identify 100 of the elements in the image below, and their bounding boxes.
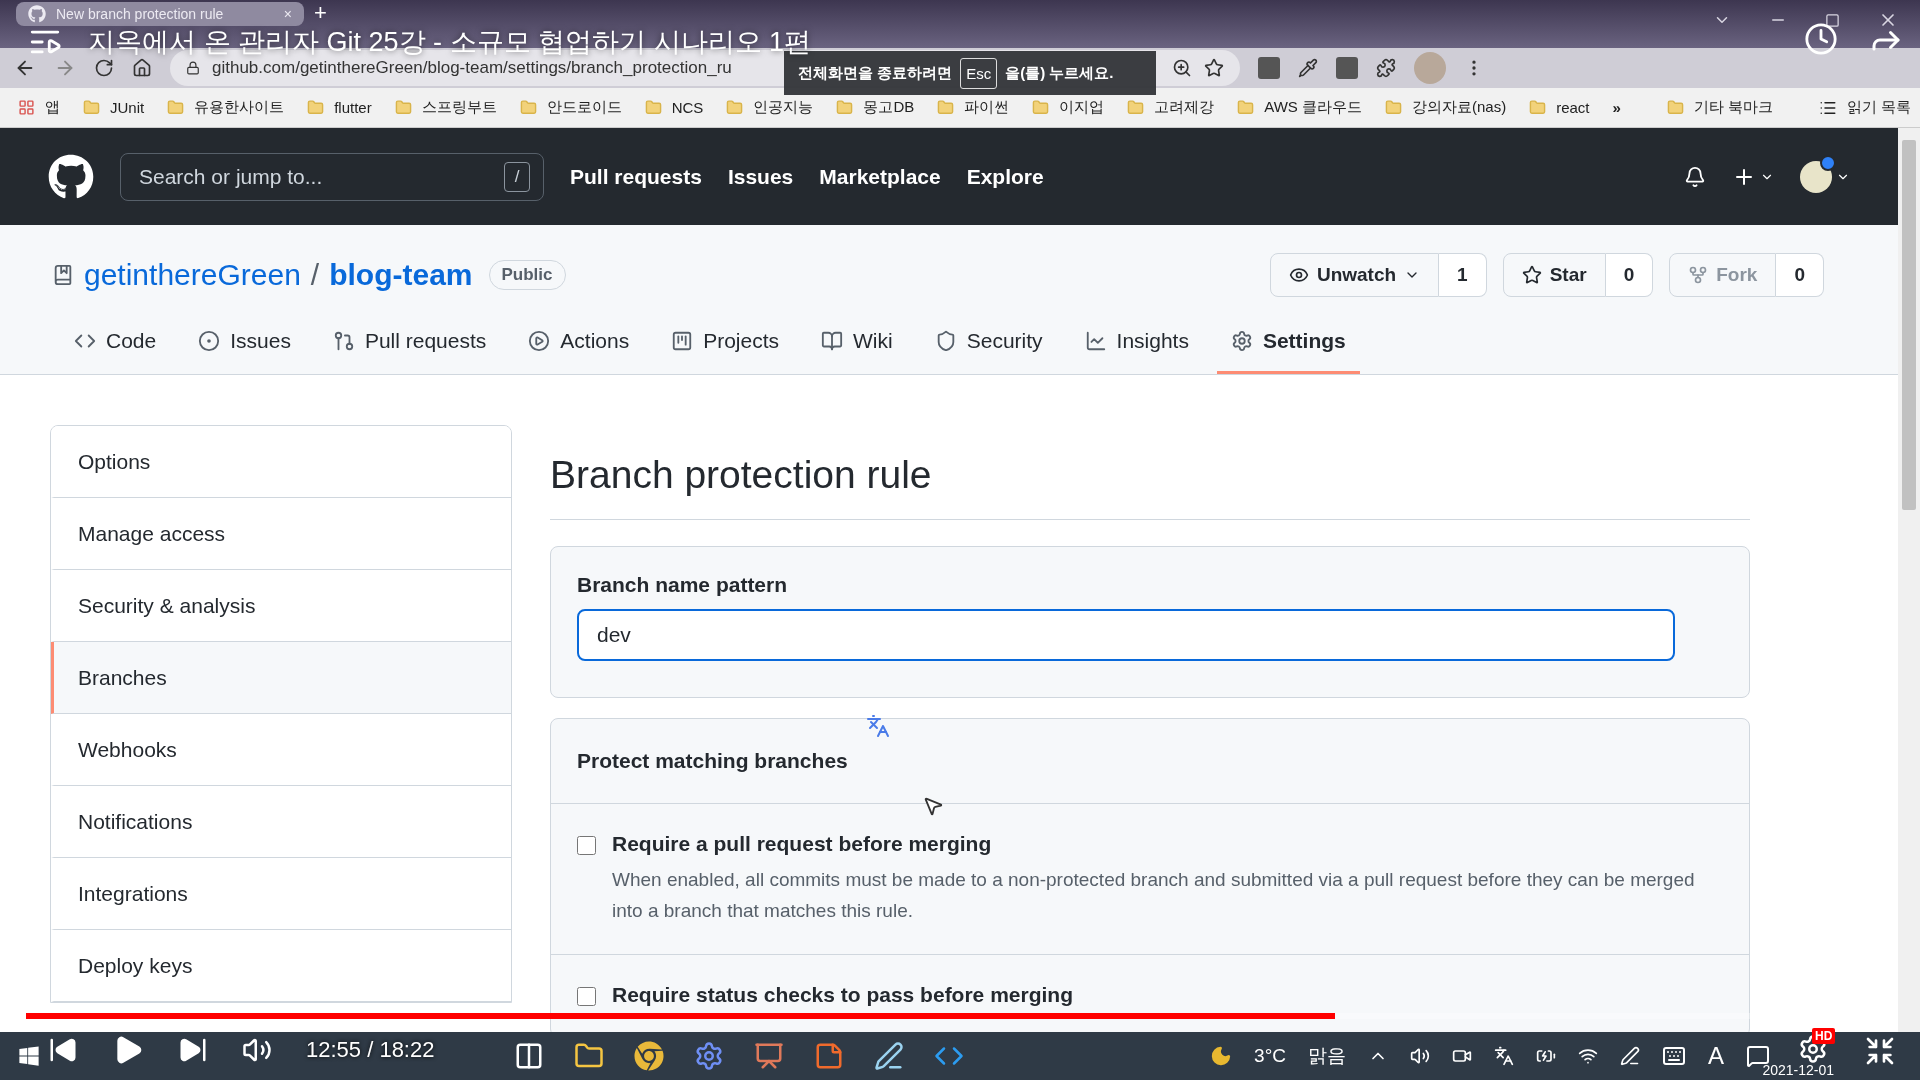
lock-icon (186, 61, 200, 75)
folder-icon (836, 99, 854, 116)
maximize-icon[interactable] (1825, 12, 1840, 28)
folder-icon (394, 99, 412, 116)
input-method[interactable]: A (1708, 1042, 1724, 1070)
watch-count[interactable]: 1 (1439, 253, 1487, 297)
repo-tab[interactable]: Pull requests (318, 317, 501, 374)
nav-link[interactable]: Issues (727, 164, 794, 189)
eyedropper-icon[interactable] (1298, 58, 1318, 78)
notes-icon[interactable] (814, 1041, 844, 1071)
speaker-icon[interactable] (1410, 1046, 1430, 1066)
bookmark-star-icon[interactable] (1204, 58, 1224, 78)
bookmark[interactable]: 앱 (18, 98, 60, 117)
url-text: github.com/getinthereGreen/blog-team/settings/branch_protection_ru (212, 58, 732, 78)
star-count[interactable]: 0 (1605, 253, 1654, 297)
repo-link[interactable]: blog-team (329, 258, 473, 292)
bookmark[interactable]: 인공지능 (726, 98, 814, 117)
sidebar-item[interactable]: Branches (51, 642, 511, 714)
nav-link[interactable]: Pull requests (570, 164, 702, 189)
repo-tab[interactable]: Issues (184, 317, 305, 374)
repo-tab[interactable]: Settings (1216, 317, 1360, 374)
clock-icon[interactable] (1804, 22, 1838, 56)
chrome-icon[interactable] (634, 1041, 664, 1071)
checkbox[interactable] (577, 987, 596, 1006)
nav-link[interactable]: Explore (966, 164, 1044, 189)
repo-tab[interactable]: Wiki (807, 317, 907, 374)
bookmark[interactable]: JUnit (83, 99, 145, 116)
line-chart-icon (1084, 330, 1107, 352)
folder-icon (1666, 99, 1684, 116)
user-avatar[interactable] (1800, 160, 1832, 193)
star-icon (1521, 265, 1542, 285)
field-label: Branch name pattern (577, 573, 789, 597)
reading-list-button[interactable]: 읽기 목록 (1819, 98, 1912, 117)
bookmark[interactable]: 고려제강 (1127, 98, 1215, 117)
temperature: 3°C (1254, 1045, 1286, 1067)
bookmark[interactable]: 몽고DB (836, 98, 915, 117)
zoom-icon[interactable] (1172, 58, 1192, 78)
play-circle-icon (528, 330, 551, 352)
scrollbar[interactable] (1898, 128, 1920, 1032)
page-title: Branch protection rule (550, 453, 1750, 520)
fork-icon (1688, 265, 1709, 285)
keyboard-icon[interactable] (1662, 1044, 1686, 1068)
exit-fullscreen-icon[interactable] (1864, 1035, 1896, 1067)
repo-tab[interactable]: Actions (514, 317, 644, 374)
pull-request-icon (332, 330, 355, 352)
translate-icon[interactable] (1494, 1046, 1514, 1066)
bookmark[interactable]: 스프링부트 (394, 98, 497, 117)
wifi-icon[interactable] (1578, 1046, 1598, 1066)
owner-link[interactable]: getinthereGreen (84, 258, 301, 292)
folder-icon (1237, 99, 1255, 116)
folder-icon (83, 99, 100, 116)
pattern-input[interactable]: dev (577, 609, 1675, 661)
repo-tab[interactable]: Insights (1070, 317, 1203, 374)
repo-tab[interactable]: Security (920, 317, 1057, 374)
section-title: Protect matching branches (577, 749, 848, 772)
checkbox[interactable] (577, 836, 596, 855)
puzzle-icon[interactable] (1376, 58, 1396, 78)
reload-icon[interactable] (94, 58, 114, 78)
bookmark[interactable]: react (1529, 99, 1590, 116)
new-tab-button[interactable]: + (314, 1, 327, 25)
bookmark[interactable]: 유용한사이트 (167, 98, 285, 117)
apps-grid-icon (18, 99, 35, 116)
repo-tab[interactable]: Code (60, 317, 171, 374)
pen-icon[interactable] (1620, 1046, 1640, 1066)
slides-icon[interactable] (754, 1041, 784, 1071)
gear-icon[interactable] (694, 1041, 724, 1071)
folder-icon (1127, 99, 1145, 116)
github-logo-icon (28, 5, 46, 23)
notepad-icon[interactable] (874, 1041, 904, 1071)
bookmark[interactable]: 강의자료(nas) (1385, 98, 1507, 117)
status-dot (1820, 154, 1836, 171)
task-view-icon[interactable] (514, 1041, 544, 1071)
watch-button[interactable]: Unwatch (1269, 253, 1440, 297)
bookmark[interactable]: 안드로이드 (519, 98, 622, 117)
folder-icon (1032, 99, 1050, 116)
folder-icon (1385, 99, 1402, 116)
moon-icon (1210, 1045, 1233, 1067)
video-time: 12:55 / 18:22 (306, 1037, 435, 1063)
github-logo-icon[interactable] (48, 153, 94, 200)
date-text: 2021-12-01 (1762, 1062, 1834, 1078)
folder-icon (519, 99, 537, 116)
bookmark[interactable]: AWS 클라우드 (1237, 98, 1362, 117)
home-icon[interactable] (132, 58, 152, 78)
option-description: When enabled, all commits must be made to a non-protected branch and submitted via a pull request before they can be merged into a branch that matches this rule. (612, 868, 1696, 923)
shortcut-key: / (504, 161, 530, 192)
star-button[interactable]: Star (1502, 253, 1606, 297)
repo-tab[interactable]: Projects (657, 317, 794, 374)
bookmark[interactable]: 파이썬 (937, 98, 1010, 117)
board-icon (671, 330, 694, 352)
bookmark[interactable]: flutter (307, 99, 372, 116)
bookmarks-overflow-button[interactable]: » (1612, 99, 1621, 116)
start-icon[interactable] (18, 1045, 40, 1067)
sidebar-item[interactable]: Options (51, 426, 511, 498)
folder-icon (167, 99, 185, 116)
bookmark[interactable]: NCS (644, 99, 704, 116)
bookmark[interactable]: 기타 북마크 (1666, 98, 1774, 117)
bookmark[interactable]: 이지업 (1032, 98, 1105, 117)
nav-link[interactable]: Marketplace (819, 164, 941, 189)
option-label: Require a pull request before merging (612, 832, 993, 856)
notification-bell-icon[interactable] (1684, 165, 1706, 188)
